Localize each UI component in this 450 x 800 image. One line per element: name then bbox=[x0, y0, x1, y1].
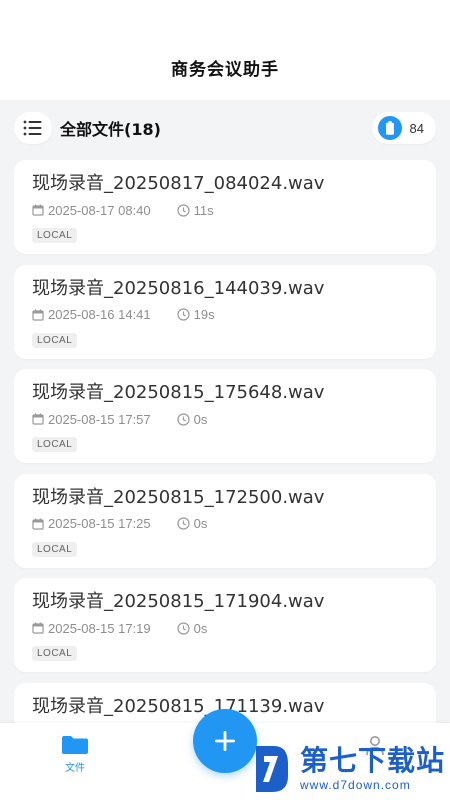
site-watermark: 第七下载站 www.d7down.com bbox=[252, 740, 448, 798]
plus-icon bbox=[215, 731, 235, 751]
calendar-icon bbox=[32, 622, 44, 634]
add-recording-button[interactable] bbox=[193, 709, 257, 773]
calendar-icon bbox=[32, 309, 44, 321]
battery-value: 84 bbox=[409, 120, 424, 136]
recording-name: 现场录音_20250815_175648.wav bbox=[32, 382, 325, 403]
recording-meta: 2025-08-17 08:40 11s bbox=[32, 201, 418, 219]
recording-date: 2025-08-15 17:25 bbox=[48, 516, 151, 531]
clock-icon bbox=[177, 621, 190, 635]
clock-icon bbox=[177, 203, 190, 217]
clock-icon bbox=[177, 308, 190, 321]
tab-files-label: 文件 bbox=[65, 763, 85, 774]
file-count-heading: 全部文件(18) bbox=[60, 120, 161, 139]
watermark-name: 第七下载站 bbox=[300, 744, 446, 777]
recording-duration: 0s bbox=[193, 516, 208, 531]
recording-duration-group: 0s bbox=[177, 516, 208, 531]
battery-indicator[interactable]: 84 bbox=[371, 112, 436, 144]
battery-icon bbox=[377, 116, 402, 140]
clock-icon bbox=[177, 517, 190, 530]
storage-tag: LOCAL bbox=[32, 332, 78, 348]
watermark-url: www.d7down.com bbox=[300, 778, 411, 792]
recording-name: 现场录音_20250815_171904.wav bbox=[32, 591, 325, 612]
recording-name: 现场录音_20250816_144039.wav bbox=[32, 277, 325, 299]
calendar-icon bbox=[32, 518, 44, 530]
recording-item[interactable]: 现场录音_20250815_172500.wav 2025-08-15 17:2… bbox=[14, 473, 436, 568]
recording-item[interactable]: 现场录音_20250815_171904.wav 2025-08-15 17:1… bbox=[14, 578, 436, 672]
recording-date: 2025-08-15 17:19 bbox=[48, 620, 151, 636]
recording-meta: 2025-08-15 17:57 0s bbox=[32, 410, 418, 428]
storage-tag: LOCAL bbox=[32, 437, 78, 452]
storage-tag: LOCAL bbox=[32, 541, 78, 557]
d7-logo-icon bbox=[256, 746, 288, 792]
recording-duration-group: 11s bbox=[177, 203, 214, 218]
recording-duration-group: 0s bbox=[177, 620, 208, 636]
recording-duration-group: 0s bbox=[177, 411, 208, 427]
recording-item[interactable]: 现场录音_20250816_144039.wav 2025-08-16 14:4… bbox=[14, 264, 436, 359]
folder-icon bbox=[62, 736, 88, 754]
calendar-icon bbox=[32, 204, 44, 216]
recording-date: 2025-08-15 17:57 bbox=[48, 411, 151, 427]
tab-files[interactable]: 文件 bbox=[50, 735, 100, 774]
file-toolbar: 全部文件(18) 84 bbox=[0, 100, 450, 156]
recording-item[interactable]: 现场录音_20250817_084024.wav 2025-08-17 08:4… bbox=[14, 160, 436, 254]
recording-meta: 2025-08-15 17:25 0s bbox=[32, 515, 418, 533]
recording-meta: 2025-08-16 14:41 19s bbox=[32, 306, 418, 324]
app-header: 商务会议助手 bbox=[0, 0, 450, 100]
recording-date: 2025-08-16 14:41 bbox=[48, 307, 151, 322]
recording-duration-group: 19s bbox=[177, 307, 215, 322]
recording-duration: 19s bbox=[193, 307, 215, 322]
storage-tag: LOCAL bbox=[32, 228, 78, 243]
menu-button[interactable] bbox=[14, 112, 52, 144]
list-icon bbox=[23, 120, 42, 136]
recording-name: 现场录音_20250815_172500.wav bbox=[32, 486, 325, 508]
recording-date: 2025-08-17 08:40 bbox=[48, 202, 151, 218]
recording-name: 现场录音_20250817_084024.wav bbox=[32, 173, 325, 194]
recording-item[interactable]: 现场录音_20250815_175648.wav 2025-08-15 17:5… bbox=[14, 369, 436, 463]
recording-duration: 11s bbox=[193, 202, 214, 218]
page-title: 商务会议助手 bbox=[171, 60, 279, 80]
recording-duration: 0s bbox=[193, 411, 208, 427]
calendar-icon bbox=[32, 413, 44, 425]
storage-tag: LOCAL bbox=[32, 646, 78, 661]
clock-icon bbox=[177, 412, 190, 426]
recording-list[interactable]: 现场录音_20250817_084024.wav 2025-08-17 08:4… bbox=[14, 160, 436, 723]
recording-meta: 2025-08-15 17:19 0s bbox=[32, 619, 418, 637]
recording-duration: 0s bbox=[193, 620, 208, 636]
